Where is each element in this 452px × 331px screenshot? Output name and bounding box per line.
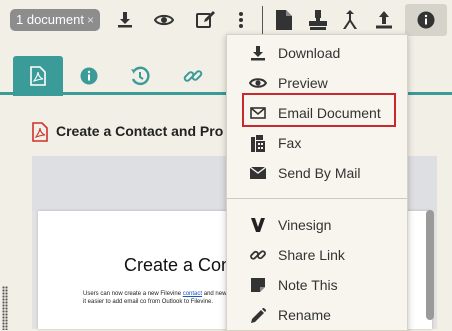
- pencil-icon: [249, 306, 267, 324]
- pdf-icon: [30, 66, 46, 86]
- edit-icon[interactable]: [195, 9, 217, 31]
- download-icon: [249, 44, 267, 62]
- menu-divider: [227, 198, 407, 199]
- document-count-chip[interactable]: 1 document ×: [10, 9, 100, 31]
- page-text: Users can now create a new Filevine: [83, 291, 183, 297]
- pdf-icon: [32, 122, 48, 147]
- info-button[interactable]: [405, 4, 447, 36]
- menu-item-label: Note This: [278, 277, 338, 293]
- eye-icon: [249, 74, 267, 92]
- menu-item-download[interactable]: Download: [227, 39, 407, 67]
- menu-item-label: Fax: [278, 135, 302, 151]
- info-icon: [80, 67, 98, 85]
- menu-item-label: Send By Mail: [278, 165, 361, 181]
- eye-icon[interactable]: [153, 9, 175, 31]
- highlight-box: [242, 93, 396, 127]
- stamp-icon[interactable]: [307, 9, 329, 31]
- document-icon[interactable]: [273, 9, 295, 31]
- clear-selection-icon[interactable]: ×: [87, 9, 94, 31]
- vinesign-icon: [249, 216, 267, 234]
- menu-item-label: Vinesign: [278, 217, 332, 233]
- tab-link[interactable]: [168, 56, 218, 96]
- download-icon[interactable]: [114, 9, 136, 31]
- resize-handle[interactable]: [2, 286, 8, 330]
- menu-item-label: Preview: [278, 75, 328, 91]
- menu-item-label: Share Link: [278, 247, 345, 263]
- tab-history[interactable]: [115, 56, 165, 96]
- history-icon: [131, 66, 150, 86]
- menu-item-label: Rename: [278, 307, 331, 323]
- menu-item-fax[interactable]: Fax: [227, 129, 407, 157]
- fax-icon: [249, 134, 267, 152]
- document-count-label: 1 document: [16, 12, 84, 27]
- link-icon: [249, 246, 267, 264]
- mail-icon: [249, 164, 267, 182]
- contact-link[interactable]: contact: [183, 291, 202, 297]
- menu-item-share-link[interactable]: Share Link: [227, 241, 407, 269]
- menu-item-label: Download: [278, 45, 341, 61]
- scrollbar[interactable]: [426, 210, 434, 320]
- menu-item-note-this[interactable]: Note This: [227, 271, 407, 299]
- note-icon: [249, 276, 267, 294]
- tab-pdf[interactable]: [13, 56, 63, 96]
- kebab-icon[interactable]: [230, 9, 252, 31]
- upload-icon[interactable]: [373, 9, 395, 31]
- merge-icon[interactable]: [339, 9, 361, 31]
- link-icon: [183, 70, 203, 82]
- menu-item-vinesign[interactable]: Vinesign: [227, 211, 407, 239]
- toolbar-separator: [262, 6, 263, 34]
- tab-info[interactable]: [64, 56, 114, 96]
- actions-menu: Download Preview Email Document Fax Send…: [226, 34, 408, 331]
- document-title: Create a Contact and Pro: [56, 123, 224, 139]
- menu-item-rename[interactable]: Rename: [227, 301, 407, 329]
- info-icon: [417, 11, 435, 29]
- menu-item-send-by-mail[interactable]: Send By Mail: [227, 159, 407, 187]
